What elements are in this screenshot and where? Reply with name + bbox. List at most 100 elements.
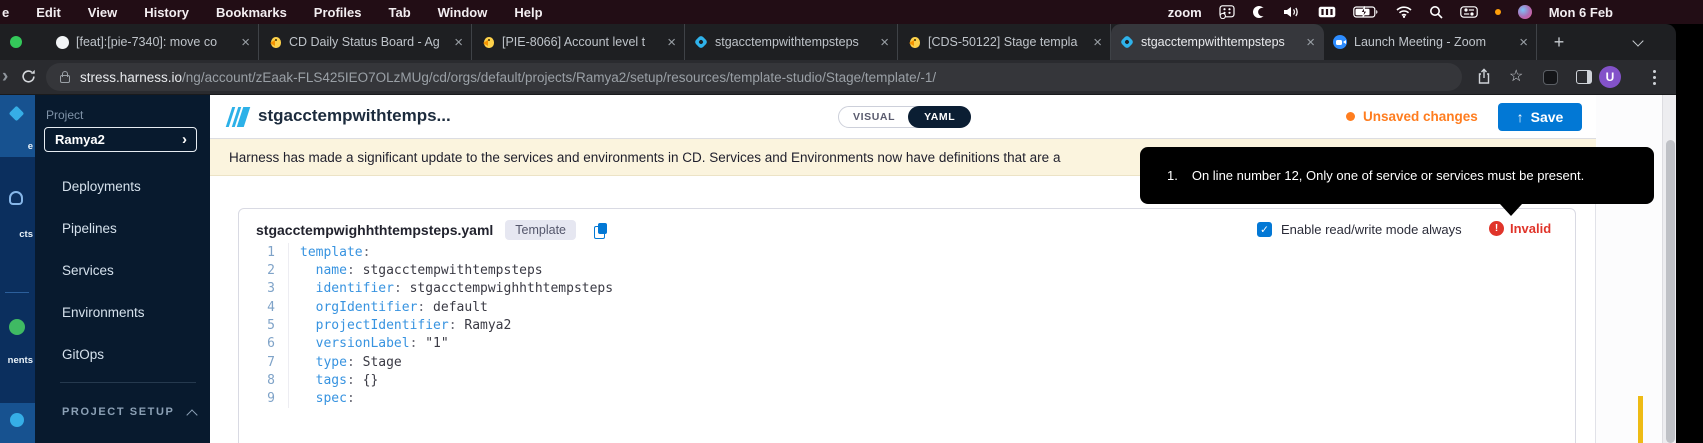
tab-close-icon[interactable]: × xyxy=(880,35,889,50)
menu-item[interactable]: Edit xyxy=(36,5,61,20)
yaml-line[interactable]: 3 identifier: stgacctempwighhthtempsteps xyxy=(253,280,1565,298)
page-scrollbar-track[interactable] xyxy=(1662,95,1676,443)
menu-item[interactable]: View xyxy=(88,5,117,20)
yaml-line[interactable]: 4 orgIdentifier: default xyxy=(253,298,1565,316)
sidebar-nav: Deployments Pipelines Services Environments… xyxy=(62,179,145,362)
browser-tab[interactable]: [CDS-50122] Stage templa × xyxy=(898,24,1111,60)
page-scrollbar-thumb[interactable] xyxy=(1666,140,1675,443)
menu-item[interactable]: History xyxy=(144,5,189,20)
browser-tab[interactable]: [PIE-8066] Account level t × xyxy=(472,24,685,60)
menu-item[interactable]: Tab xyxy=(388,5,410,20)
sidebar-item-environments[interactable]: Environments xyxy=(62,305,145,320)
module-segment-projects[interactable] xyxy=(0,157,35,293)
reload-icon[interactable] xyxy=(21,69,36,89)
projects-module-icon[interactable] xyxy=(9,191,23,205)
yaml-key: projectIdentifier xyxy=(316,318,449,333)
yaml-value: stgacctempwithtempsteps xyxy=(355,263,543,278)
line-code: tags: {} xyxy=(288,371,378,389)
yaml-key: identifier xyxy=(316,281,394,296)
tab-title: [CDS-50122] Stage templa xyxy=(928,35,1086,49)
toggle-yaml[interactable]: YAML xyxy=(908,106,971,128)
error-icon: ! xyxy=(1489,221,1504,236)
yaml-line[interactable]: 1 template: xyxy=(253,243,1565,261)
new-tab-button[interactable]: + xyxy=(1548,31,1570,53)
forward-icon[interactable]: › xyxy=(2,66,8,88)
tab-close-icon[interactable]: × xyxy=(667,35,676,50)
yaml-code[interactable]: 1 template: 2 name: stgacctempwithtempst… xyxy=(253,243,1565,408)
checkbox-checked-icon[interactable]: ✓ xyxy=(1257,222,1272,237)
browser-tab[interactable]: CD Daily Status Board - Ag × xyxy=(259,24,472,60)
visual-yaml-toggle[interactable]: VISUAL YAML xyxy=(838,106,971,128)
browser-tab[interactable]: [feat]:[pie-7340]: move co × xyxy=(46,24,259,60)
menu-app-zoom[interactable]: zoom xyxy=(1168,5,1202,20)
browser-tab[interactable]: stgacctempwithtempsteps × xyxy=(685,24,898,60)
save-button[interactable]: ↑ Save xyxy=(1498,103,1582,131)
side-panel-icon[interactable] xyxy=(1576,70,1592,84)
read-write-label: Enable read/write mode always xyxy=(1281,222,1462,237)
tab-close-icon[interactable]: × xyxy=(1519,35,1528,50)
line-number: 9 xyxy=(253,391,275,406)
menu-item[interactable]: Help xyxy=(514,5,542,20)
extension-icon[interactable] xyxy=(1543,70,1558,85)
yaml-line[interactable]: 9 spec: xyxy=(253,390,1565,408)
streamdeck-icon[interactable] xyxy=(1219,5,1235,19)
yaml-line[interactable]: 6 versionLabel: "1" xyxy=(253,335,1565,353)
page-title: stgacctempwithtemps... xyxy=(258,106,451,126)
yaml-line[interactable]: 5 projectIdentifier: Ramya2 xyxy=(253,316,1565,334)
control-center-icon[interactable] xyxy=(1460,6,1478,18)
yaml-value: {} xyxy=(355,373,378,388)
module-segment-deployments[interactable] xyxy=(0,293,35,403)
spotlight-search-icon[interactable] xyxy=(1429,5,1443,19)
sidebar-item-services[interactable]: Services xyxy=(62,263,145,278)
tab-search-chevron-icon[interactable] xyxy=(1632,35,1643,46)
traffic-light-green[interactable] xyxy=(10,36,22,48)
menu-item[interactable]: Bookmarks xyxy=(216,5,287,20)
toggle-visual[interactable]: VISUAL xyxy=(839,111,909,123)
tab-close-icon[interactable]: × xyxy=(1306,35,1315,50)
profile-avatar[interactable]: U xyxy=(1599,66,1621,88)
upload-arrow-icon: ↑ xyxy=(1517,109,1524,125)
wifi-icon[interactable] xyxy=(1396,6,1412,18)
yaml-key: versionLabel xyxy=(316,336,410,351)
yaml-line[interactable]: 7 type: Stage xyxy=(253,353,1565,371)
sidebar-item-pipelines[interactable]: Pipelines xyxy=(62,221,145,236)
bookmark-star-icon[interactable]: ☆ xyxy=(1509,66,1523,86)
menu-item[interactable]: Window xyxy=(438,5,488,20)
sidebar-item-gitops[interactable]: GitOps xyxy=(62,347,145,362)
menu-items: e Edit View History Bookmarks Profiles Tab Wind… xyxy=(0,5,570,20)
browser-tab[interactable]: Launch Meeting - Zoom × xyxy=(1324,24,1537,60)
keyboard-icon[interactable] xyxy=(1318,6,1336,18)
address-bar[interactable]: stress.harness.io/ng/account/zEaak-FLS42… xyxy=(46,63,1462,91)
crescent-icon[interactable] xyxy=(1252,5,1266,19)
volume-icon[interactable] xyxy=(1283,6,1301,18)
unsaved-label: Unsaved changes xyxy=(1363,109,1478,124)
project-selector[interactable]: Ramya2 › xyxy=(44,127,197,152)
browser-tab[interactable]: stgacctempwithtempsteps × xyxy=(1111,24,1324,60)
overview-warning-marker xyxy=(1638,396,1643,443)
tab-close-icon[interactable]: × xyxy=(454,35,463,50)
tab-close-icon[interactable]: × xyxy=(1093,35,1102,50)
battery-icon[interactable] xyxy=(1353,6,1379,18)
line-code: type: Stage xyxy=(288,353,402,371)
read-write-toggle[interactable]: ✓ Enable read/write mode always xyxy=(1257,222,1462,237)
yaml-line[interactable]: 8 tags: {} xyxy=(253,371,1565,389)
tab-close-icon[interactable]: × xyxy=(241,35,250,50)
deployments-module-icon[interactable] xyxy=(9,319,25,335)
url-text[interactable]: stress.harness.io/ng/account/zEaak-FLS42… xyxy=(80,70,936,85)
template-studio-header: stgacctempwithtemps... VISUAL YAML Unsav… xyxy=(210,95,1596,139)
chrome-menu-icon[interactable] xyxy=(1653,70,1656,73)
chevron-up-icon[interactable] xyxy=(186,409,197,420)
menu-date[interactable]: Mon 6 Feb xyxy=(1549,5,1613,20)
siri-icon[interactable] xyxy=(1518,5,1532,19)
project-setup-heading[interactable]: PROJECT SETUP xyxy=(62,406,175,418)
menu-item[interactable]: Profiles xyxy=(314,5,362,20)
lock-icon[interactable] xyxy=(60,75,70,83)
share-icon[interactable] xyxy=(1477,68,1491,90)
yaml-line[interactable]: 2 name: stgacctempwithtempsteps xyxy=(253,261,1565,279)
line-code: orgIdentifier: default xyxy=(288,298,488,316)
menu-item[interactable]: e xyxy=(2,5,9,20)
sidebar-item-deployments[interactable]: Deployments xyxy=(62,179,145,194)
invalid-status[interactable]: ! Invalid xyxy=(1489,221,1551,236)
copy-icon[interactable] xyxy=(594,223,606,237)
bottom-module-icon[interactable] xyxy=(10,413,24,427)
